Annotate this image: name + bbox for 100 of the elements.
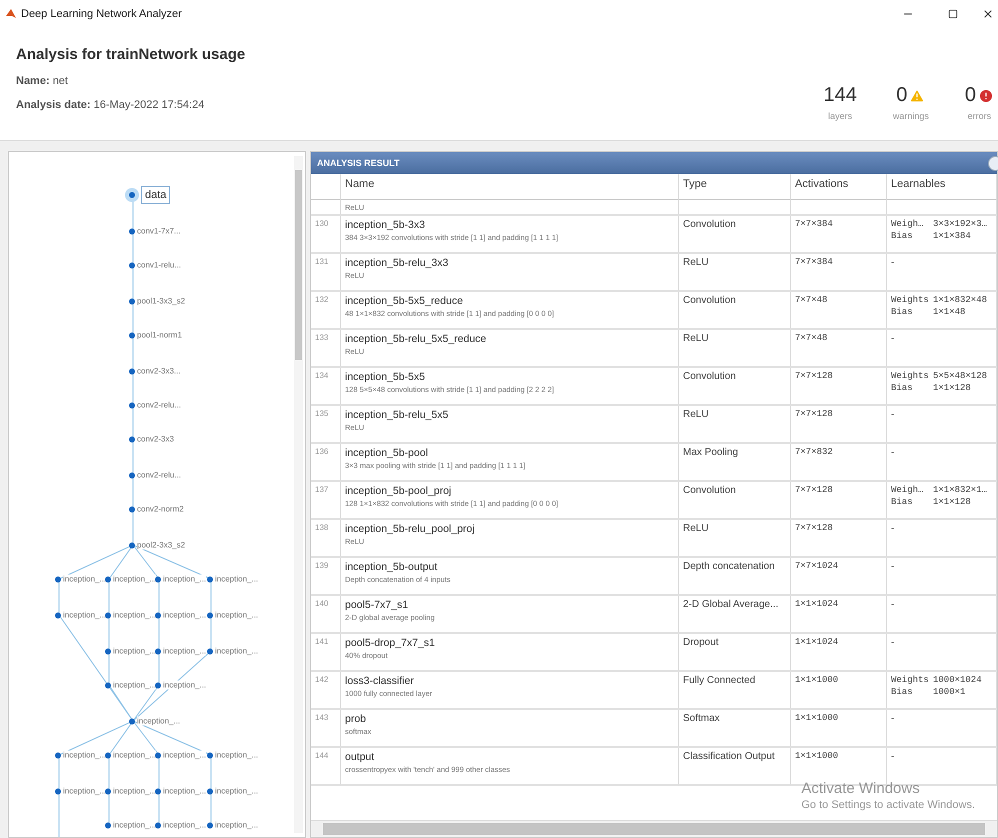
layer-node[interactable]: inception_... (163, 610, 206, 620)
layer-node[interactable]: pool1-norm1 (137, 330, 182, 340)
layer-node[interactable]: inception_... (215, 574, 258, 584)
app-logo-icon (6, 9, 16, 19)
layer-type: Convolution (683, 485, 737, 496)
layer-node[interactable]: inception_... (113, 680, 156, 690)
activation-size: 7×7×832 (795, 447, 834, 457)
layer-node[interactable]: inception_... (63, 750, 106, 760)
layer-type: Softmax (683, 713, 721, 724)
window-title: Deep Learning Network Analyzer (21, 8, 183, 20)
layer-type: Depth concatenation (683, 561, 776, 572)
layer-node[interactable]: inception_... (63, 610, 106, 620)
learnable-name: Bias (891, 383, 914, 393)
layer-node[interactable]: inception_... (215, 786, 258, 796)
activation-size: 7×7×384 (795, 257, 834, 267)
activation-size: 1×1×1000 (795, 675, 840, 685)
layer-node[interactable]: pool2-3x3_s2 (137, 540, 186, 550)
learnable-name: Weights (891, 295, 930, 305)
learnable-size: 1000×1024 (933, 675, 983, 685)
layer-node[interactable]: inception_... (113, 610, 156, 620)
layer-node[interactable]: conv2-3x3... (137, 366, 181, 376)
layer-node[interactable]: pool1-3x3_s2 (137, 296, 186, 306)
layer-name: inception_5b-pool (345, 447, 429, 459)
layer-type: ReLU (683, 409, 710, 420)
layer-node[interactable]: conv1-7x7... (137, 226, 181, 236)
layer-type: Dropout (683, 637, 720, 648)
layer-node[interactable]: inception_... (215, 820, 258, 830)
layer-node[interactable]: inception_... (113, 750, 156, 760)
layer-node[interactable]: inception_... (163, 574, 206, 584)
row-number: 142 (315, 675, 330, 684)
layer-node[interactable]: inception_... (63, 574, 106, 584)
layer-node[interactable]: inception_... (113, 786, 156, 796)
learnable-name: Weights (891, 371, 930, 381)
row-number: 140 (315, 599, 330, 608)
layer-node[interactable]: inception_... (113, 574, 156, 584)
layer-node[interactable]: conv1-relu... (137, 260, 182, 270)
layer-name: inception_5b-relu_5x5 (345, 409, 450, 421)
learnable-size: 1×1×48 (933, 307, 966, 317)
activation-size: 7×7×128 (795, 371, 834, 381)
activation-size: 1×1×1000 (795, 713, 840, 723)
layer-node[interactable]: conv2-relu... (137, 470, 182, 480)
learnables-text: - (891, 447, 896, 458)
learnables-text: - (891, 561, 896, 572)
activation-size: 7×7×128 (795, 523, 834, 533)
learnables-text: - (891, 333, 896, 344)
vertical-scrollbar[interactable] (294, 156, 303, 833)
layer-node[interactable]: inception_... (137, 716, 180, 726)
layer-node[interactable]: inception_... (113, 820, 156, 830)
activation-size: 7×7×48 (795, 333, 828, 343)
analysis-title: Analysis for trainNetwork usage (16, 46, 246, 63)
learnables-text: - (891, 523, 896, 534)
learnable-size: 5×5×48×128 (933, 371, 988, 381)
layer-node[interactable]: conv2-relu... (137, 400, 182, 410)
learnable-size: 1×1×128 (933, 497, 972, 507)
learnable-name: Weigh… (891, 219, 924, 229)
learnables-text: - (891, 599, 896, 610)
learnable-size: 1×1×384 (933, 231, 972, 241)
network-name: Name: net (16, 75, 69, 87)
layer-name: inception_5b-5x5_reduce (345, 295, 464, 307)
learnable-name: Bias (891, 687, 914, 697)
layer-node[interactable]: inception_... (215, 610, 258, 620)
panel-title: ANALYSIS RESULT (311, 152, 997, 174)
layer-type: Convolution (683, 295, 737, 306)
activation-size: 7×7×384 (795, 219, 834, 229)
layer-node[interactable]: inception_... (163, 680, 206, 690)
layer-node[interactable]: inception_... (63, 786, 106, 796)
learnable-size: 1000×1 (933, 687, 966, 697)
column-header[interactable]: Name (341, 174, 679, 200)
learnable-name: Weights (891, 675, 930, 685)
layer-node[interactable]: inception_... (163, 646, 206, 656)
layer-node[interactable]: inception_... (215, 750, 258, 760)
column-header[interactable]: Type (679, 174, 791, 200)
layer-type: ReLU (683, 523, 710, 534)
column-header[interactable]: Activations (791, 174, 887, 200)
layer-name: inception_5b-5x5 (345, 371, 426, 383)
learnables-text: - (891, 409, 896, 420)
layer-node[interactable]: inception_... (163, 750, 206, 760)
row-number: 136 (315, 447, 330, 456)
stat-value: 144 (823, 84, 857, 107)
activation-size: 1×1×1024 (795, 599, 840, 609)
horizontal-scrollbar[interactable] (311, 820, 997, 837)
stat-label: errors (968, 111, 992, 121)
activation-size: 1×1×1024 (795, 637, 840, 647)
layer-node[interactable]: data (141, 186, 170, 204)
learnable-name: Bias (891, 497, 914, 507)
layer-node[interactable]: inception_... (163, 786, 206, 796)
error-icon (978, 88, 994, 104)
layer-type: ReLU (683, 257, 710, 268)
column-header[interactable]: Learnables (887, 174, 997, 200)
layer-type: 2-D Global Average... (683, 599, 780, 610)
layer-type: Convolution (683, 371, 737, 382)
layer-node[interactable]: conv2-3x3 (137, 434, 174, 444)
layer-node[interactable]: inception_... (113, 646, 156, 656)
row-number: 132 (315, 295, 330, 304)
learnable-name: Weigh… (891, 485, 924, 495)
activation-notice-message: Go to Settings to activate Windows. (801, 799, 975, 811)
layer-name: inception_5b-relu_5x5_reduce (345, 333, 488, 345)
layer-node[interactable]: inception_... (163, 820, 206, 830)
layer-node[interactable]: inception_... (215, 646, 258, 656)
layer-node[interactable]: conv2-norm2 (137, 504, 184, 514)
